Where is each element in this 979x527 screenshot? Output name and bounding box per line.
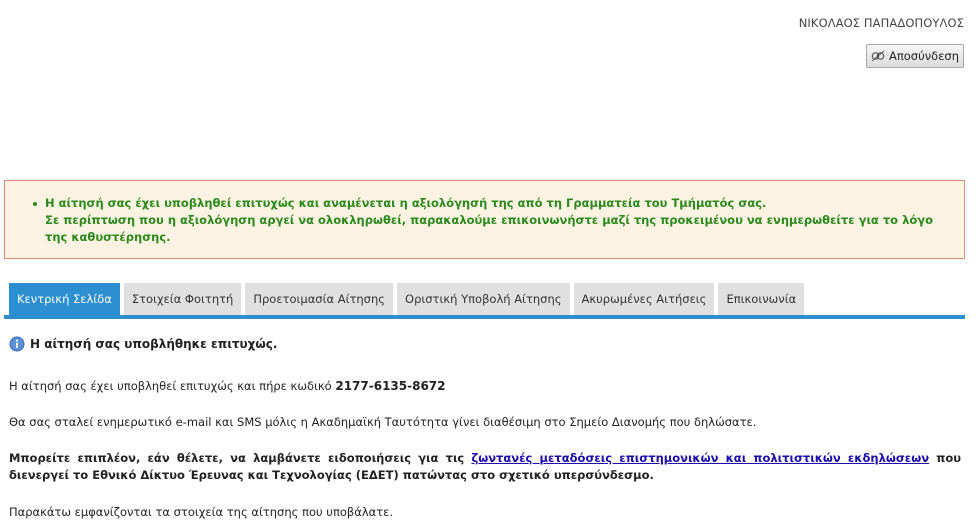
main-tabs: Κεντρική Σελίδα Στοιχεία Φοιτητή Προετοι…: [9, 283, 805, 315]
alert-line-1: Η αίτησή σας έχει υποβληθεί επιτυχώς και…: [45, 196, 767, 210]
submission-code-text: Η αίτησή σας έχει υποβληθεί επιτυχώς και…: [9, 379, 336, 393]
tab-cancelled-applications[interactable]: Ακυρωμένες Αιτήσεις: [573, 283, 715, 315]
page-title: Η αίτησή σας υποβλήθηκε επιτυχώς.: [9, 336, 961, 352]
info-icon: [9, 336, 25, 352]
details-intro-paragraph: Παρακάτω εμφανίζονται τα στοιχεία της αί…: [9, 505, 394, 519]
logout-icon: [871, 49, 885, 63]
logout-label: Αποσύνδεση: [888, 49, 960, 63]
alert-line-2: Σε περίπτωση που η αξιολόγηση αργεί να ο…: [45, 213, 933, 244]
tab-application-prep[interactable]: Προετοιμασία Αίτησης: [245, 283, 394, 315]
main-content: Η αίτησή σας υποβλήθηκε επιτυχώς. Η αίτη…: [9, 336, 961, 519]
tab-student-info[interactable]: Στοιχεία Φοιτητή: [123, 283, 242, 315]
tab-underline-bar: [4, 315, 965, 319]
live-stream-text-before: Μπορείτε επιπλέον, εάν θέλετε, να λαμβάν…: [9, 451, 472, 465]
live-stream-link[interactable]: ζωντανές μεταδόσεις επιστημονικών και πο…: [471, 451, 929, 465]
user-name: ΝΙΚΟΛΑΟΣ ΠΑΠΑΔΟΠΟΥΛΟΣ: [798, 16, 964, 30]
tab-final-submission[interactable]: Οριστική Υποβολή Αίτησης: [397, 283, 570, 315]
submission-code-paragraph: Η αίτησή σας έχει υποβληθεί επιτυχώς και…: [9, 378, 961, 395]
notification-paragraph: Θα σας σταλεί ενημερωτικό e-mail και SMS…: [9, 415, 757, 429]
page-title-text: Η αίτησή σας υποβλήθηκε επιτυχώς.: [30, 337, 278, 351]
status-alert: Η αίτησή σας έχει υποβληθεί επιτυχώς και…: [4, 180, 965, 259]
alert-message: Η αίτησή σας έχει υποβληθεί επιτυχώς και…: [33, 195, 944, 246]
application-code: 2177-6135-8672: [335, 379, 446, 393]
logout-button[interactable]: Αποσύνδεση: [866, 44, 964, 68]
live-stream-paragraph: Μπορείτε επιπλέον, εάν θέλετε, να λαμβάν…: [9, 450, 961, 484]
tab-home[interactable]: Κεντρική Σελίδα: [9, 283, 120, 315]
tab-contact[interactable]: Επικοινωνία: [718, 283, 805, 315]
